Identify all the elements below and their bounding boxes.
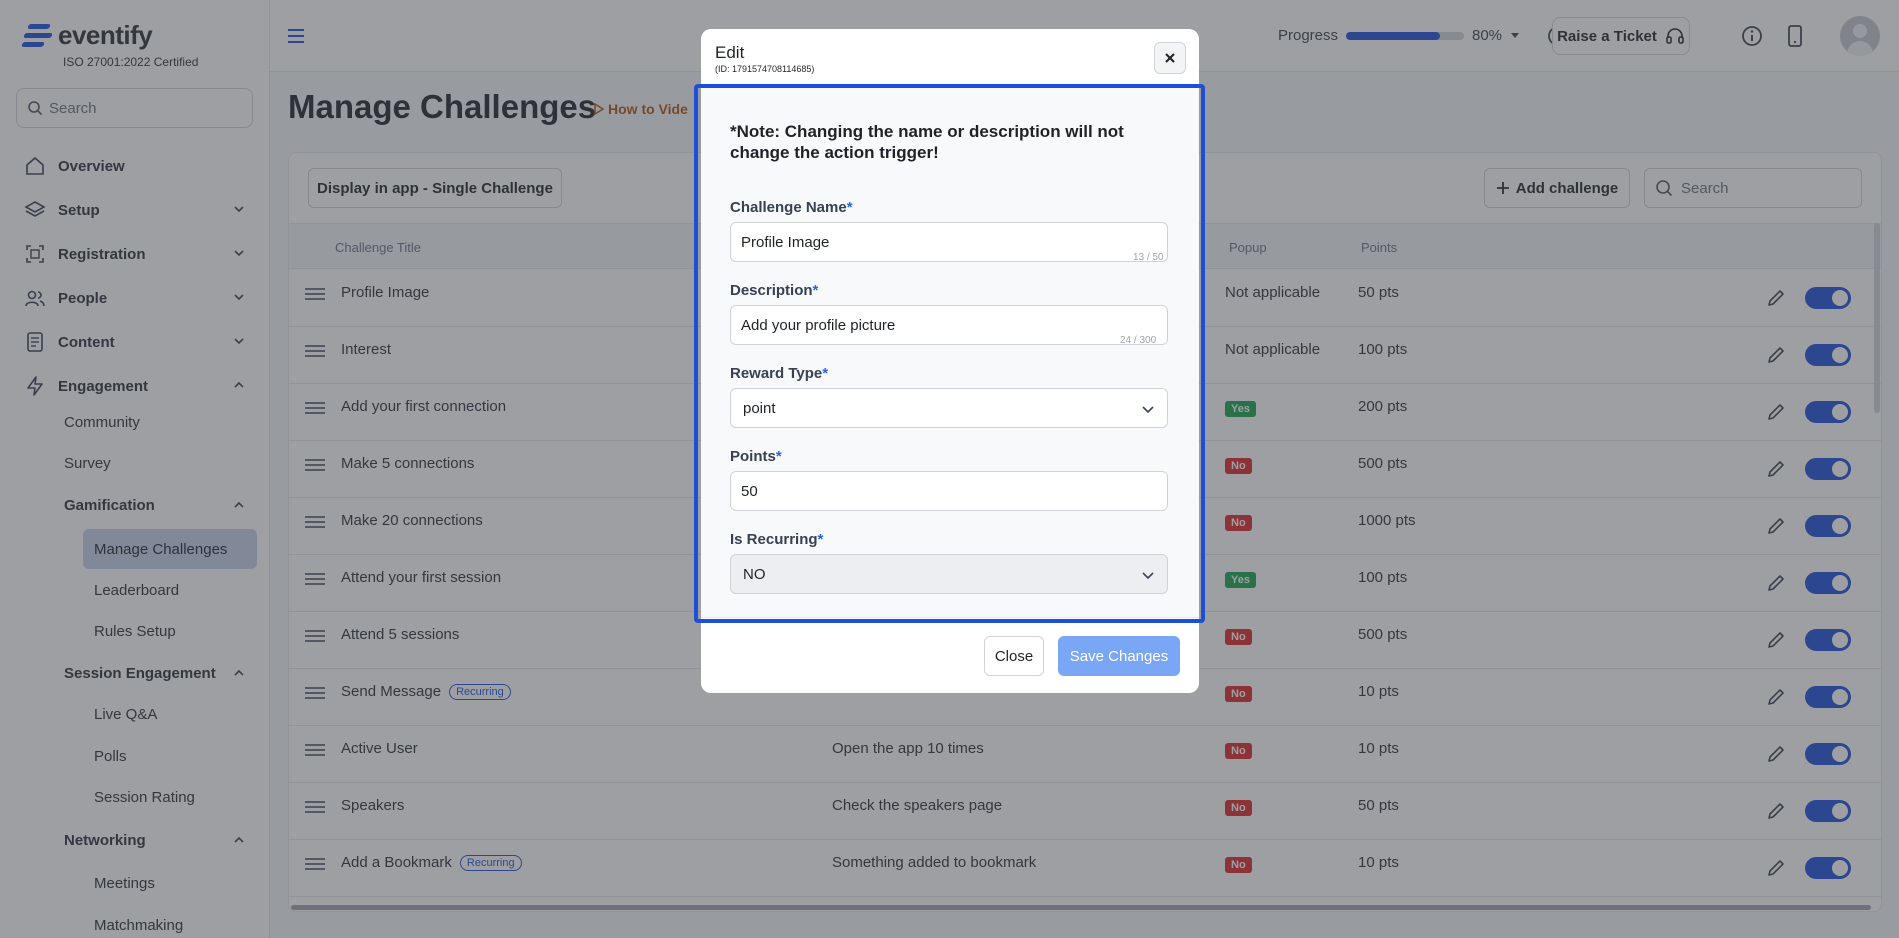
edit-note: *Note: Changing the name or description … [730, 122, 1124, 162]
label-text: Points [730, 448, 776, 465]
reward-type-select[interactable]: point [730, 388, 1168, 428]
modal-body: *Note: Changing the name or description … [701, 86, 1199, 618]
close-button[interactable]: Close [984, 636, 1044, 676]
required-mark: * [817, 531, 824, 548]
label-text: Challenge Name [730, 199, 847, 216]
challenge-name-label: Challenge Name* [730, 199, 853, 216]
save-changes-button[interactable]: Save Changes [1058, 636, 1180, 676]
chevron-down-icon [1142, 572, 1154, 580]
modal-id: (ID: 1791574708114685) [715, 64, 815, 74]
reward-type-label: Reward Type* [730, 365, 828, 382]
reward-type-value: point [743, 399, 776, 417]
is-recurring-value: NO [743, 565, 766, 583]
modal-title: Edit [715, 43, 745, 62]
close-icon [1165, 53, 1175, 63]
required-mark: * [846, 199, 853, 216]
is-recurring-select[interactable]: NO [730, 554, 1168, 594]
label-text: Is Recurring [730, 531, 818, 548]
required-mark: * [822, 365, 829, 382]
description-counter: 24 / 300 [1120, 335, 1157, 346]
chevron-down-icon [1142, 406, 1154, 414]
required-mark: * [775, 448, 782, 465]
points-label: Points* [730, 448, 782, 465]
required-mark: * [812, 282, 819, 299]
challenge-name-input[interactable] [730, 222, 1168, 262]
label-text: Description [730, 282, 813, 299]
challenge-name-counter: 13 / 50 [1133, 252, 1164, 263]
description-label: Description* [730, 282, 818, 299]
is-recurring-label: Is Recurring* [730, 531, 823, 548]
description-input[interactable] [730, 305, 1168, 345]
label-text: Reward Type [730, 365, 823, 382]
points-input[interactable] [730, 471, 1168, 511]
edit-challenge-modal: Edit (ID: 1791574708114685) *Note: Chang… [701, 29, 1199, 693]
modal-close-button[interactable] [1154, 42, 1186, 74]
